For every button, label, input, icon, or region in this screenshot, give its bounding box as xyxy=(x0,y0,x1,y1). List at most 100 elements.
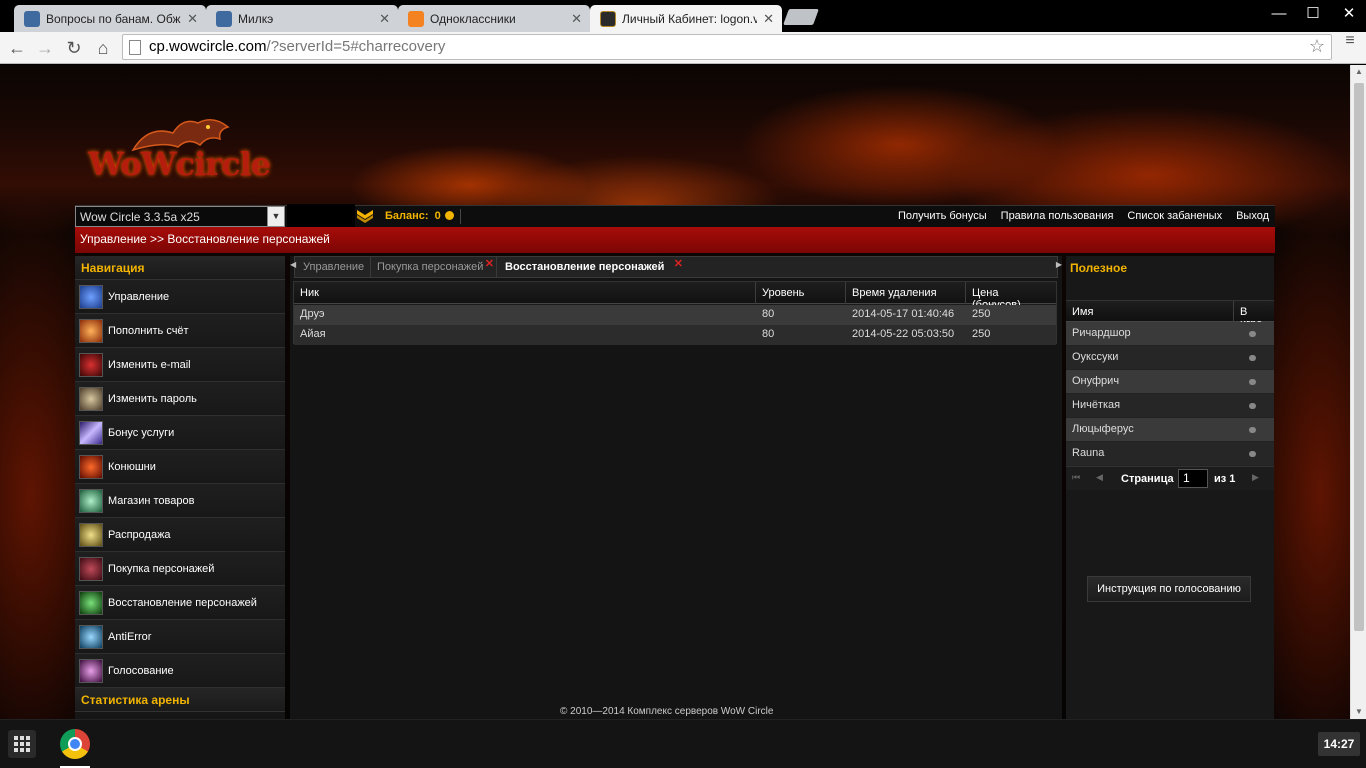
list-item[interactable]: Ничёткая xyxy=(1066,394,1274,418)
copyright-footer: © 2010—2014 Комплекс серверов WoW Circle xyxy=(560,706,774,717)
window-close-button[interactable]: ✕ xyxy=(1334,4,1364,24)
next-page-icon[interactable]: ▶ xyxy=(1252,472,1259,483)
sidebar-item-character-recovery[interactable]: Восстановление персонажей xyxy=(75,586,285,620)
logo-text: WoWcircle xyxy=(88,145,271,183)
column-header-nick[interactable]: Ник xyxy=(294,282,756,304)
browser-tab-milke[interactable]: Милкэ ✕ xyxy=(206,5,398,32)
balance-display: Баланс: 0 xyxy=(385,210,454,222)
first-page-icon[interactable]: ⏮ xyxy=(1072,472,1080,483)
scroll-right-icon[interactable]: ▶ xyxy=(1056,260,1062,269)
prev-page-icon[interactable]: ◀ xyxy=(1096,472,1103,483)
close-tab-icon[interactable]: ✕ xyxy=(674,257,683,270)
tab-character-recovery[interactable]: Восстановление персонажей ✕ xyxy=(499,257,685,278)
sidebar-item-label: Пополнить счёт xyxy=(108,324,189,337)
bookmark-star-icon[interactable]: ☆ xyxy=(1309,36,1325,57)
rules-link[interactable]: Правила пользования xyxy=(1001,210,1114,222)
pagination: ⏮ ◀ Страница 1 из 1 ▶ xyxy=(1066,466,1274,490)
browser-tab-bans[interactable]: Вопросы по банам. Обж ✕ xyxy=(14,5,206,32)
useful-heading: Полезное xyxy=(1070,261,1128,275)
scroll-left-icon[interactable]: ◀ xyxy=(290,260,296,269)
address-bar[interactable]: cp.wowcircle.com/?serverId=5#charrecover… xyxy=(122,34,1332,60)
tab-label: Управление xyxy=(303,261,365,273)
ban-list-link[interactable]: Список забаненых xyxy=(1127,210,1222,222)
chrome-icon[interactable] xyxy=(60,729,90,759)
sidebar-item-voting[interactable]: Голосование xyxy=(75,654,285,688)
sidebar-item-label: Магазин товаров xyxy=(108,494,195,507)
maximize-button[interactable]: ☐ xyxy=(1298,4,1328,24)
minimize-button[interactable]: — xyxy=(1264,4,1294,24)
sidebar-item-management[interactable]: Управление xyxy=(75,280,285,314)
scroll-up-icon[interactable]: ▲ xyxy=(1351,65,1366,79)
content-tab-strip: ◀ Управление Покупка персонажей ✕ Восстан… xyxy=(290,256,1062,278)
buy-characters-icon xyxy=(79,556,103,581)
page-number-input[interactable]: 1 xyxy=(1178,469,1208,488)
deleted-characters-table: Ник Уровень Время удаления Цена (бонусов… xyxy=(293,281,1057,345)
get-bonuses-link[interactable]: Получить бонусы xyxy=(898,210,987,222)
site-logo[interactable]: WoWcircle xyxy=(88,115,271,185)
management-icon xyxy=(79,284,103,309)
list-item[interactable]: Ричардшор xyxy=(1066,322,1274,346)
account-top-bar: Wow Circle 3.3.5a x25 ▼ Баланс: 0 Получит… xyxy=(75,204,1275,228)
browser-menu-icon[interactable]: ≡ xyxy=(1342,33,1358,49)
offline-status-icon xyxy=(1249,355,1256,361)
close-icon[interactable]: ✕ xyxy=(571,11,582,27)
table-header: Ник Уровень Время удаления Цена (бонусов… xyxy=(294,282,1056,311)
sidebar-item-stables[interactable]: Конюшни xyxy=(75,450,285,484)
sidebar-item-change-password[interactable]: Изменить пароль xyxy=(75,382,285,416)
sidebar-item-top-up[interactable]: Пополнить счёт xyxy=(75,314,285,348)
list-item[interactable]: Оукссуки xyxy=(1066,346,1274,370)
cell-deletion-time: 2014-05-22 05:03:50 xyxy=(852,328,955,340)
page-label: Страница xyxy=(1121,473,1174,485)
list-item[interactable]: Онуфрич xyxy=(1066,370,1274,394)
table-row[interactable]: Друэ 80 2014-05-17 01:40:46 250 xyxy=(294,305,1056,325)
character-recovery-icon xyxy=(79,590,103,615)
sidebar-item-shop[interactable]: Магазин товаров xyxy=(75,484,285,518)
scrollbar-thumb[interactable] xyxy=(1354,83,1364,631)
scroll-down-icon[interactable]: ▼ xyxy=(1351,705,1366,719)
new-tab-button[interactable] xyxy=(783,9,819,25)
column-header-deletion-time[interactable]: Время удаления xyxy=(846,282,966,304)
close-icon[interactable]: ✕ xyxy=(379,11,390,27)
logout-link[interactable]: Выход xyxy=(1236,210,1269,222)
page-scrollbar[interactable]: ▲ ▼ xyxy=(1350,65,1366,719)
server-select[interactable]: Wow Circle 3.3.5a x25 ▼ xyxy=(75,206,285,227)
column-header-level[interactable]: Уровень xyxy=(756,282,846,304)
cell-price: 250 xyxy=(972,328,991,340)
tab-label: Восстановление персонажей xyxy=(505,261,665,273)
column-header-name[interactable]: Имя xyxy=(1066,301,1234,322)
stables-icon xyxy=(79,454,103,479)
sidebar-item-antierror[interactable]: AntiError xyxy=(75,620,285,654)
browser-tab-cabinet[interactable]: Личный Кабинет: logon.v ✕ xyxy=(590,5,782,32)
sidebar-item-sale[interactable]: Распродажа xyxy=(75,518,285,552)
close-icon[interactable]: ✕ xyxy=(187,11,198,27)
forward-button[interactable]: → xyxy=(33,36,57,60)
sidebar-item-buy-characters[interactable]: Покупка персонажей xyxy=(75,552,285,586)
close-icon[interactable]: ✕ xyxy=(763,11,774,27)
tab-management[interactable]: Управление xyxy=(297,257,372,278)
apps-grid-icon[interactable] xyxy=(8,730,36,758)
voting-instructions-button[interactable]: Инструкция по голосованию xyxy=(1087,576,1251,602)
chevron-down-icon[interactable]: ▼ xyxy=(267,207,284,226)
reload-button[interactable]: ↻ xyxy=(62,36,86,60)
column-header-price[interactable]: Цена (бонусов) xyxy=(966,282,1056,311)
back-button[interactable]: ← xyxy=(5,36,29,60)
top-up-icon xyxy=(79,318,103,343)
list-item[interactable]: Люцыферус xyxy=(1066,418,1274,442)
wow-favicon-icon xyxy=(600,10,616,27)
home-button[interactable]: ⌂ xyxy=(91,36,115,60)
arena-stats-heading[interactable]: Статистика арены xyxy=(75,688,285,712)
browser-tab-odnoklassniki[interactable]: Одноклассники ✕ xyxy=(398,5,590,32)
column-header-online[interactable]: В игре xyxy=(1234,301,1274,330)
close-tab-icon[interactable]: ✕ xyxy=(485,257,494,270)
tab-buy-characters[interactable]: Покупка персонажей ✕ xyxy=(371,257,497,278)
sidebar-item-label: Восстановление персонажей xyxy=(108,596,257,609)
player-name: Оукссуки xyxy=(1072,351,1119,363)
sidebar-item-bonus-services[interactable]: Бонус услуги xyxy=(75,416,285,450)
taskbar-clock[interactable]: 14:27 xyxy=(1318,732,1360,756)
cell-level: 80 xyxy=(762,308,775,320)
list-item[interactable]: Rauna xyxy=(1066,442,1274,466)
table-header: Имя В игре xyxy=(1066,300,1274,330)
sidebar-item-change-email[interactable]: Изменить e-mail xyxy=(75,348,285,382)
navigation-sidebar: Навигация Управление Пополнить счёт Изме… xyxy=(75,256,285,719)
table-row[interactable]: Айая 80 2014-05-22 05:03:50 250 xyxy=(294,325,1056,345)
